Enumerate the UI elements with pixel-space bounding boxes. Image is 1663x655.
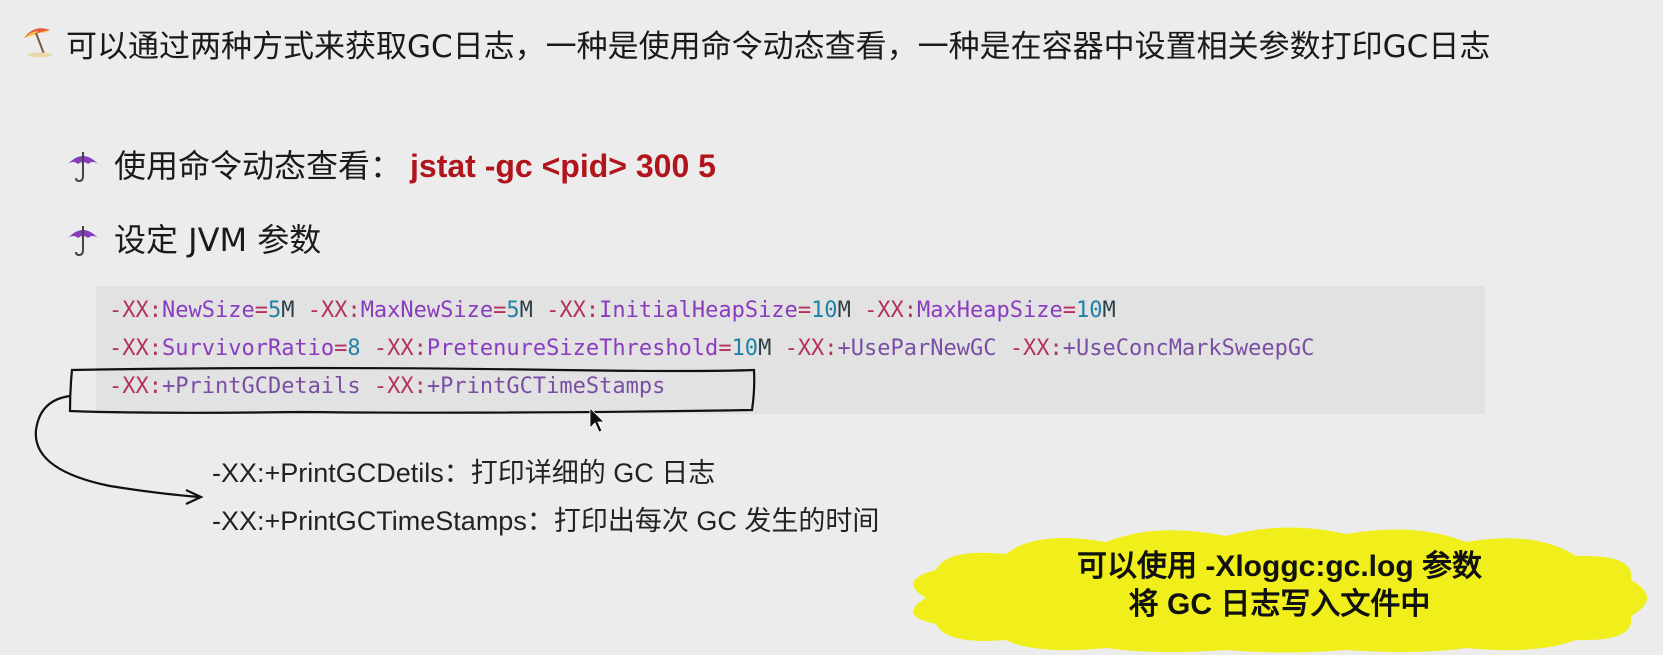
code-token: 5 — [267, 298, 282, 323]
code-token: 5 — [506, 298, 520, 323]
callout-line-2: 将 GC 日志写入文件中 — [1128, 588, 1431, 621]
code-token: InitialHeapSize — [599, 298, 798, 323]
code-token: PretenureSizeThreshold — [426, 336, 719, 361]
code-line-2: -XX:SurvivorRatio=8 -XX:PretenureSizeThr… — [109, 336, 1314, 361]
code-token: = — [718, 336, 732, 361]
note-print-gc-details: -XX:+PrintGCDetils：打印详细的 GC 日志 — [212, 458, 716, 488]
code-token: MaxHeapSize — [917, 298, 1063, 323]
code-token: 10 — [1076, 298, 1103, 323]
code-token: M — [837, 298, 865, 323]
code-token: -XX: — [109, 298, 162, 323]
code-token: MaxNewSize — [360, 298, 494, 323]
code-token: = — [254, 298, 268, 323]
code-token: +UseParNewGC — [837, 336, 997, 361]
code-token: -XX: — [109, 374, 162, 399]
code-token: -XX: — [307, 298, 361, 323]
sub-item-label: 使用命令动态查看： — [114, 147, 403, 185]
main-point-text: 可以通过两种方式来获取GC日志，一种是使用命令动态查看，一种是在容器中设置相关参… — [66, 29, 1491, 65]
code-token: -XX: — [373, 374, 427, 399]
code-token: -XX: — [1009, 336, 1063, 361]
beach-umbrella-icon — [24, 28, 52, 58]
sub-item-label: 设定 JVM 参数 — [114, 221, 322, 259]
code-token: 10 — [731, 336, 759, 361]
code-token: -XX: — [109, 336, 162, 361]
code-token: 8 — [347, 336, 361, 361]
code-token: +PrintGCDetails — [161, 374, 361, 399]
jstat-command: jstat -gc <pid> 300 5 — [410, 148, 716, 184]
code-token: SurvivorRatio — [161, 336, 335, 361]
code-token: = — [334, 336, 348, 361]
code-line-3: -XX:+PrintGCDetails -XX:+PrintGCTimeStam… — [109, 374, 665, 399]
code-token: = — [493, 298, 507, 323]
callout-text: 可以使用 -Xloggc:gc.log 参数 将 GC 日志写入文件中 — [896, 548, 1663, 624]
code-token: NewSize — [161, 298, 255, 323]
code-token: +PrintGCTimeStamps — [426, 374, 666, 399]
callout-line-1: 可以使用 -Xloggc:gc.log 参数 — [1077, 550, 1482, 583]
umbrella-icon — [68, 152, 98, 183]
jvm-params-code-block: -XX:NewSize=5M -XX:MaxNewSize=5M -XX:Ini… — [96, 286, 1485, 414]
note-print-gc-timestamps: -XX:+PrintGCTimeStamps：打印出每次 GC 发生的时间 — [212, 506, 880, 536]
code-token: M — [281, 298, 308, 323]
code-token: -XX: — [784, 336, 838, 361]
code-token: M — [758, 336, 785, 361]
code-line-1: -XX:NewSize=5M -XX:MaxNewSize=5M -XX:Ini… — [109, 298, 1116, 323]
code-token: +UseConcMarkSweepGC — [1062, 336, 1315, 361]
code-token: M — [1102, 298, 1116, 323]
code-token: -XX: — [373, 336, 427, 361]
code-token: 10 — [811, 298, 838, 323]
arrowhead-icon — [185, 489, 204, 505]
code-token: = — [1062, 298, 1076, 323]
code-token: = — [797, 298, 812, 323]
code-token: M — [519, 298, 547, 323]
umbrella-icon — [68, 226, 98, 257]
code-token: -XX: — [864, 298, 918, 323]
sub-item-command: 使用命令动态查看： jstat -gc <pid> 300 5 — [66, 146, 716, 186]
sub-item-jvm-params: 设定 JVM 参数 — [66, 220, 321, 260]
code-token: -XX: — [546, 298, 600, 323]
